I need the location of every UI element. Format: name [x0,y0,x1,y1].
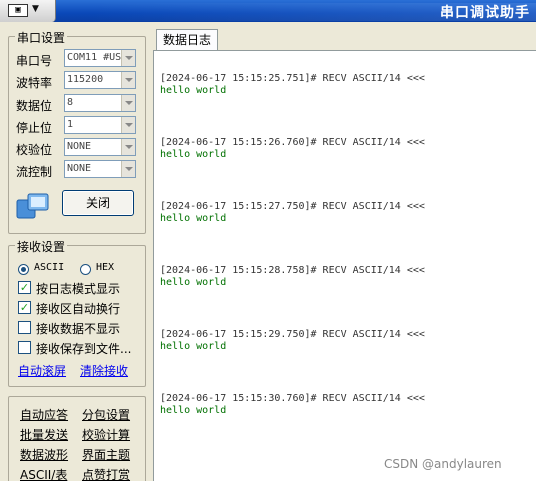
log-mode-label: 按日志模式显示 [36,282,121,296]
log-entry: [2024-06-17 15:15:25.751]# RECV ASCII/14… [160,73,425,97]
clear-receive-link[interactable]: 清除接收 [80,362,128,379]
log-entry-header: [2024-06-17 15:15:26.760]# RECV ASCII/14… [160,137,425,148]
databits-select[interactable]: 8 [64,94,136,112]
databits-label: 数据位 [16,99,53,113]
parity-label: 校验位 [16,143,53,157]
stopbits-select[interactable]: 1 [64,116,136,134]
app-icon: ▣ [8,4,28,17]
hide-data-label: 接收数据不显示 [36,322,121,336]
port-row: 串口号 COM11 #US [16,49,136,69]
log-entry-body: hello world [160,277,227,288]
log-entry: [2024-06-17 15:15:29.750]# RECV ASCII/14… [160,329,425,353]
log-entry: [2024-06-17 15:15:30.760]# RECV ASCII/14… [160,393,425,417]
baud-row: 波特率 115200 [16,71,136,91]
log-mode-checkbox[interactable]: ✓ [18,281,31,294]
title-bar: ▣ ▼ 串口调试助手 [0,0,536,22]
baud-select[interactable]: 115200 [64,71,136,89]
log-entry-body: hello world [160,405,227,416]
waveform-link[interactable]: 数据波形 [20,446,68,463]
checksum-link[interactable]: 校验计算 [82,426,130,443]
watermark: CSDN @andylauren [384,457,502,471]
log-entry-header: [2024-06-17 15:15:30.760]# RECV ASCII/14… [160,393,425,404]
parity-select[interactable]: NONE [64,138,136,156]
window-title: 串口调试助手 [440,5,530,21]
ascii-radio[interactable] [18,264,29,275]
port-label: 串口号 [16,54,53,68]
batch-send-link[interactable]: 批量发送 [20,426,68,443]
donate-link[interactable]: 点赞打赏 [82,466,130,481]
parity-row: 校验位 NONE [16,138,136,158]
log-entry-header: [2024-06-17 15:15:27.750]# RECV ASCII/14… [160,201,425,212]
log-pane[interactable]: [2024-06-17 15:15:25.751]# RECV ASCII/14… [153,50,536,481]
log-entry-header: [2024-06-17 15:15:29.750]# RECV ASCII/14… [160,329,425,340]
close-port-button[interactable]: 关闭 [62,190,134,216]
ascii-table-link[interactable]: ASCII/表 [20,466,67,481]
auto-reply-link[interactable]: 自动应答 [20,406,68,423]
theme-link[interactable]: 界面主题 [82,446,130,463]
log-entry-header: [2024-06-17 15:15:28.758]# RECV ASCII/14… [160,265,425,276]
hex-radio[interactable] [80,264,91,275]
baud-label: 波特率 [16,76,53,90]
ascii-label: ASCII [34,262,65,273]
chevron-down-icon: ▼ [32,4,39,14]
save-to-file-label: 接收保存到文件... [36,342,132,356]
auto-scroll-link[interactable]: 自动滚屏 [18,362,66,379]
port-select[interactable]: COM11 #US [64,49,136,67]
databits-row: 数据位 8 [16,94,136,114]
flowcontrol-select[interactable]: NONE [64,160,136,178]
flowcontrol-row: 流控制 NONE [16,160,136,180]
packet-settings-link[interactable]: 分包设置 [82,406,130,423]
log-entry: [2024-06-17 15:15:27.750]# RECV ASCII/14… [160,201,425,225]
log-entry-header: [2024-06-17 15:15:25.751]# RECV ASCII/14… [160,73,425,84]
stopbits-label: 停止位 [16,121,53,135]
log-entry: [2024-06-17 15:15:26.760]# RECV ASCII/14… [160,137,425,161]
log-entry-body: hello world [160,213,227,224]
log-entry-body: hello world [160,149,227,160]
auto-wrap-checkbox[interactable]: ✓ [18,301,31,314]
system-menu-button[interactable]: ▣ ▼ [0,0,56,22]
hide-data-checkbox[interactable] [18,321,31,334]
hex-label: HEX [96,262,115,273]
serial-settings-legend: 串口设置 [15,29,68,46]
auto-wrap-label: 接收区自动换行 [36,302,121,316]
flowcontrol-label: 流控制 [16,165,53,179]
save-to-file-checkbox[interactable] [18,341,31,354]
serial-port-icon [16,193,49,219]
log-entry-body: hello world [160,341,227,352]
log-entry-body: hello world [160,85,227,96]
tab-data-log[interactable]: 数据日志 [156,29,218,51]
stopbits-row: 停止位 1 [16,116,136,136]
receive-settings-legend: 接收设置 [15,238,68,255]
log-entry: [2024-06-17 15:15:28.758]# RECV ASCII/14… [160,265,425,289]
